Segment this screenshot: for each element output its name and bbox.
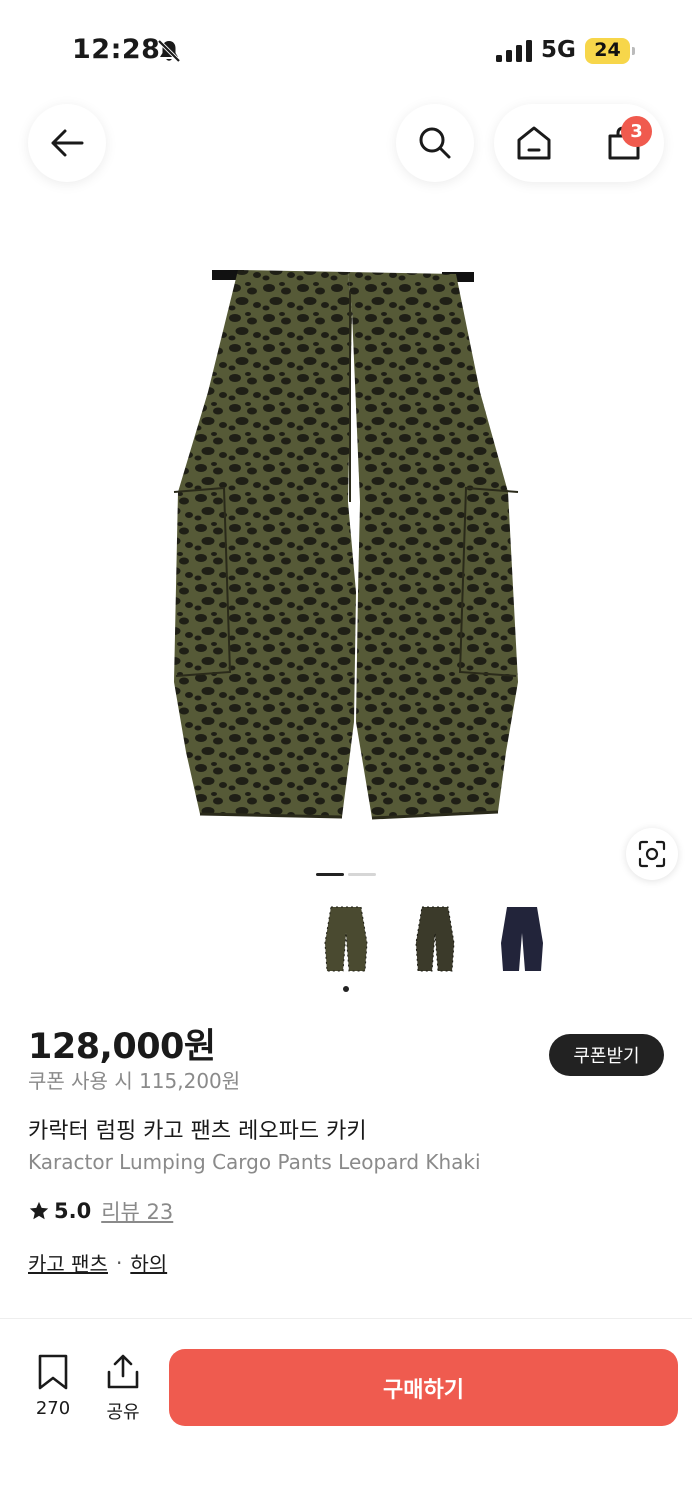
review-link[interactable]: 리뷰 23	[101, 1196, 173, 1226]
cart-count-badge: 3	[621, 116, 652, 147]
category-link-cargo-pants[interactable]: 카고 팬츠	[28, 1248, 108, 1277]
search-button[interactable]	[396, 104, 474, 182]
network-type: 5G	[541, 37, 576, 63]
share-icon	[107, 1354, 139, 1389]
battery-icon: 24	[585, 38, 635, 64]
arrow-left-icon	[51, 129, 84, 157]
star-icon	[29, 1201, 49, 1220]
bookmark-icon	[38, 1354, 68, 1390]
gallery-indicator-active	[316, 873, 344, 876]
status-bar: 12:28 5G 24	[0, 0, 692, 104]
signal-icon	[496, 40, 532, 62]
get-coupon-button[interactable]: 쿠폰받기	[549, 1034, 664, 1076]
share-button[interactable]: 공유	[98, 1354, 148, 1423]
search-icon	[419, 127, 451, 159]
nav-pill: 3	[494, 104, 664, 182]
status-time: 12:28	[72, 34, 161, 65]
back-button[interactable]	[28, 104, 106, 182]
bottom-action-bar: 270 공유 구매하기	[0, 1319, 692, 1500]
product-name-korean: 카락터 럼핑 카고 팬츠 레오파드 카키	[28, 1119, 367, 1144]
visual-search-icon	[638, 840, 666, 868]
gallery-indicator	[348, 873, 376, 876]
bell-off-icon	[157, 39, 181, 63]
color-option-thumbnail[interactable]	[499, 903, 545, 975]
battery-level: 24	[594, 39, 621, 61]
category-link-bottoms[interactable]: 하의	[130, 1248, 167, 1277]
product-name-english: Karactor Lumping Cargo Pants Leopard Kha…	[28, 1150, 481, 1174]
home-button[interactable]	[494, 104, 574, 182]
buy-button[interactable]: 구매하기	[169, 1349, 678, 1426]
like-button[interactable]: 270	[28, 1354, 78, 1420]
battery-cap	[632, 47, 635, 55]
category-separator: ·	[115, 1250, 123, 1275]
color-option-thumbnail[interactable]	[323, 903, 369, 975]
product-price: 128,000원	[28, 1027, 216, 1067]
cart-button[interactable]	[584, 104, 664, 182]
rating-row: 5.0 리뷰 23	[28, 1196, 173, 1226]
rating-value: 5.0	[54, 1199, 92, 1223]
selected-color-indicator	[343, 986, 349, 992]
share-label: 공유	[106, 1402, 140, 1423]
coupon-price: 쿠폰 사용 시 115,200원	[28, 1069, 241, 1093]
category-breadcrumb: 카고 팬츠 · 하의	[28, 1248, 167, 1277]
like-count: 270	[35, 1398, 71, 1419]
color-option-thumbnail[interactable]	[412, 903, 458, 975]
visual-search-button[interactable]	[626, 828, 678, 880]
home-icon	[517, 126, 551, 160]
product-image[interactable]	[160, 252, 532, 832]
